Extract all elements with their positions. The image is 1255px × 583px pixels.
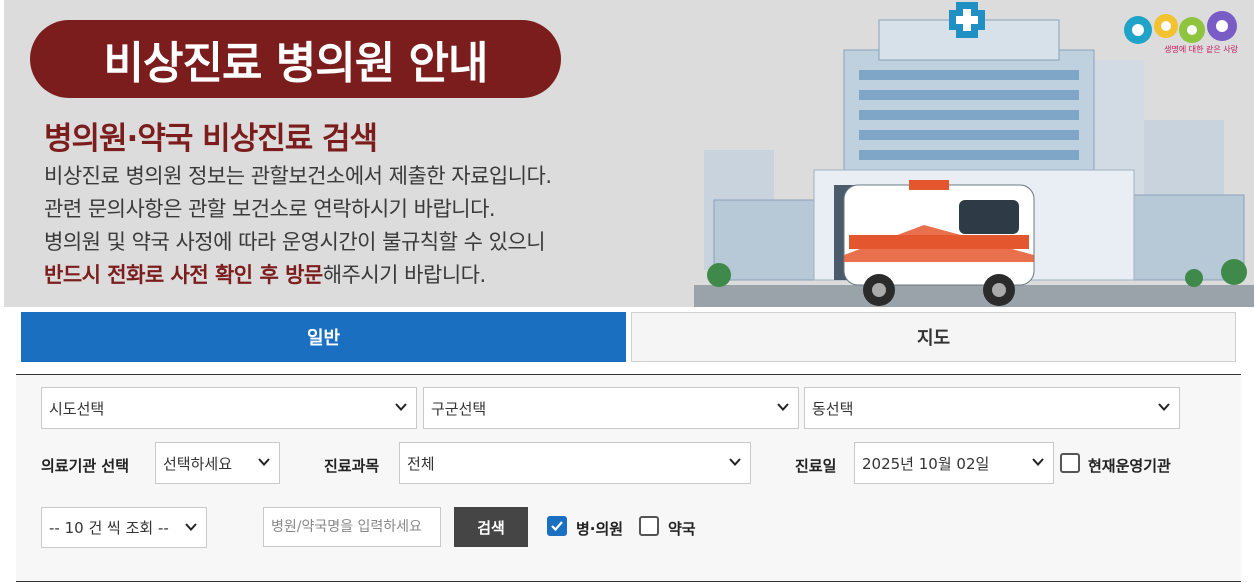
banner-subtitle: 병의원·약국 비상진료 검색	[44, 121, 378, 157]
chevron-down-icon	[1158, 403, 1170, 411]
department-label: 진료과목	[324, 457, 380, 475]
date-label: 진료일	[795, 457, 837, 475]
desc-emphasis: 반드시 전화로 사전 확인 후 방문	[44, 263, 323, 287]
institution-label: 의료기관 선택	[41, 457, 130, 475]
chevron-down-icon	[729, 458, 741, 466]
date-select[interactable]: 2025년 10월 02일	[854, 442, 1054, 484]
page-size-value: -- 10 건 씩 조회 --	[49, 519, 169, 537]
date-select-value: 2025년 10월 02일	[862, 454, 990, 473]
banner-description: 비상진료 병의원 정보는 관할보건소에서 제출한 자료입니다. 관련 문의사항은…	[44, 160, 684, 292]
desc-line-4: 반드시 전화로 사전 확인 후 방문해주시기 바랍니다.	[44, 259, 684, 292]
institution-select[interactable]: 선택하세요	[155, 442, 280, 484]
chevron-down-icon	[1032, 458, 1044, 466]
department-select[interactable]: 전체	[399, 442, 751, 484]
open-now-checkbox[interactable]	[1060, 453, 1080, 473]
page-size-select[interactable]: -- 10 건 씩 조회 --	[41, 507, 207, 548]
tab-map[interactable]: 지도	[631, 312, 1236, 362]
name-search-input[interactable]	[263, 507, 441, 547]
chevron-down-icon	[185, 523, 197, 531]
dong-select-value: 동선택	[812, 399, 854, 418]
banner-title: 비상진료 병의원 안내	[30, 20, 561, 98]
desc-line-2: 관련 문의사항은 관할 보건소로 연락하시기 바랍니다.	[44, 197, 496, 221]
hospital-checkbox[interactable]	[547, 516, 567, 536]
desc-line-1: 비상진료 병의원 정보는 관할보건소에서 제출한 자료입니다.	[44, 164, 552, 188]
desc-line-3: 병의원 및 약국 사정에 따라 운영시간이 불규칙할 수 있으니	[44, 230, 546, 254]
pharmacy-checkbox[interactable]	[639, 516, 659, 536]
chevron-down-icon	[258, 458, 270, 466]
desc-rest: 해주시기 바랍니다.	[322, 263, 486, 287]
chevron-down-icon	[395, 403, 407, 411]
hero-banner: 비상진료 병의원 안내 병의원·약국 비상진료 검색 비상진료 병의원 정보는 …	[4, 0, 1254, 307]
tab-general[interactable]: 일반	[21, 312, 626, 362]
institution-select-value: 선택하세요	[163, 454, 233, 473]
sido-select-value: 시도선택	[49, 399, 105, 418]
logo-tagline: 생명에 대한 같은 사랑	[1164, 45, 1238, 54]
gugun-select-value: 구군선택	[431, 399, 487, 418]
pharmacy-label: 약국	[668, 520, 696, 538]
checkmark-icon	[551, 521, 563, 532]
search-button[interactable]: 검색	[454, 507, 528, 547]
open-now-label: 현재운영기관	[1088, 457, 1171, 475]
department-select-value: 전체	[407, 454, 435, 473]
hospital-label: 병·의원	[576, 520, 624, 538]
sido-select[interactable]: 시도선택	[41, 387, 417, 429]
gugun-select[interactable]: 구군선택	[423, 387, 799, 429]
chevron-down-icon	[777, 403, 789, 411]
dong-select[interactable]: 동선택	[804, 387, 1180, 429]
